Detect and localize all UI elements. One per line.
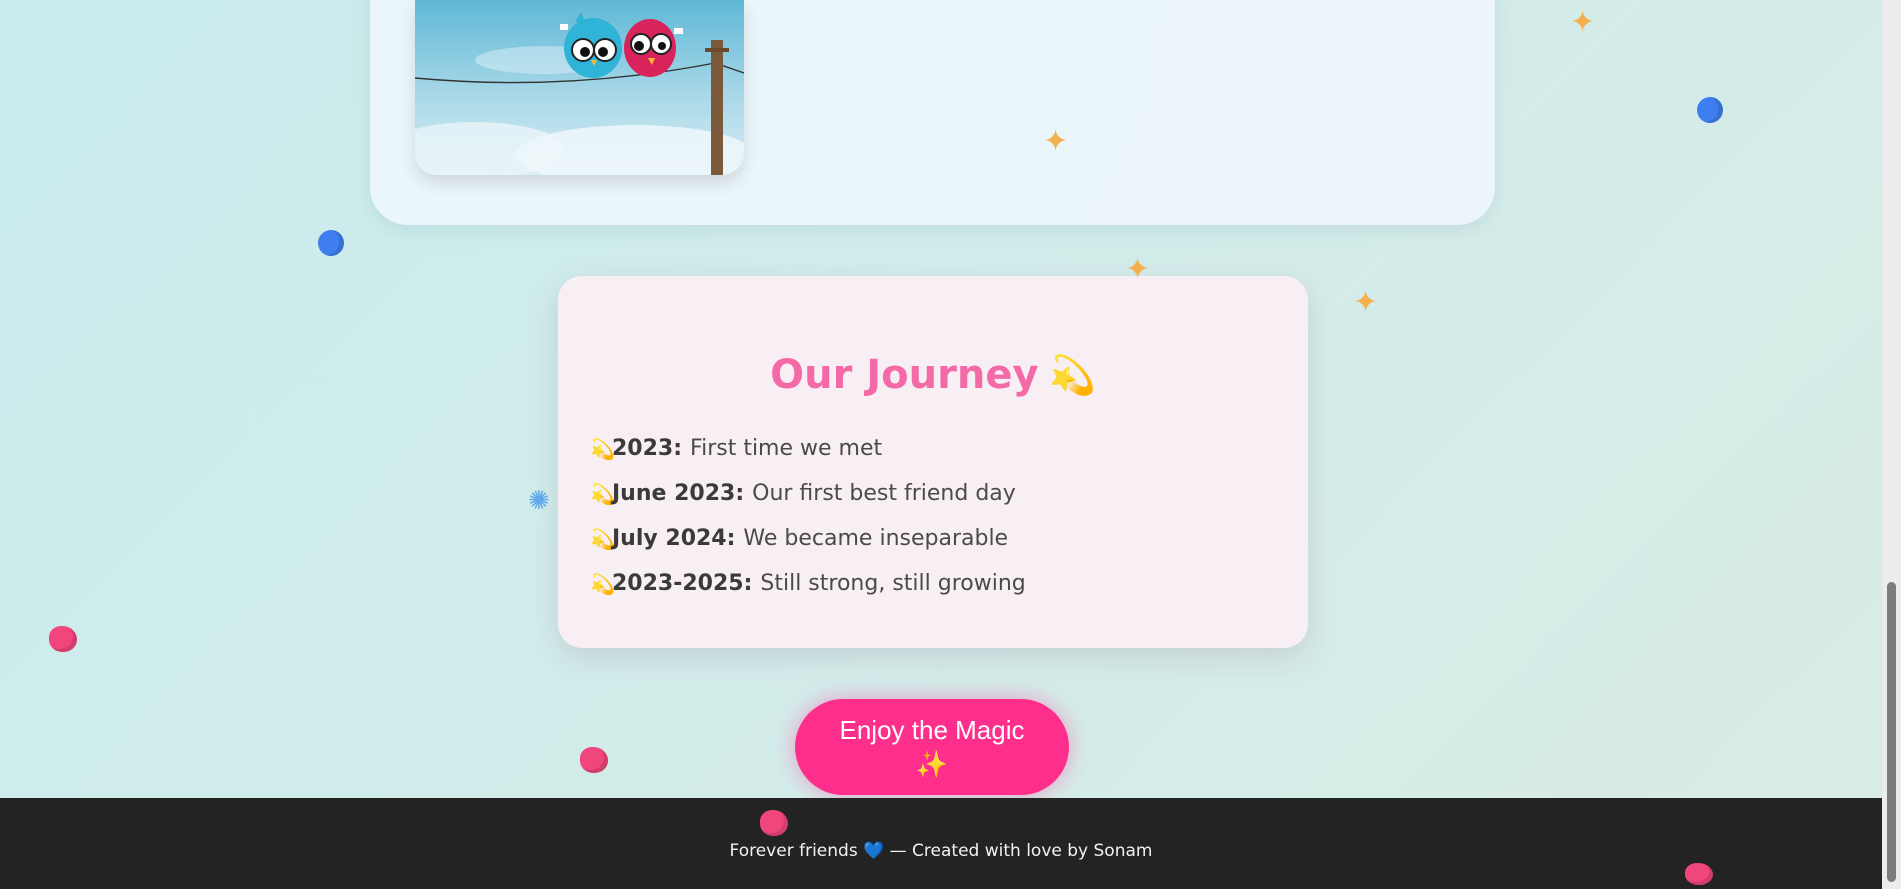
journey-text: We became inseparable (743, 526, 1009, 551)
pink-heart-icon (1685, 863, 1713, 885)
journey-date: 2023-2025: (612, 571, 753, 596)
sparkles-icon: ✦ (1353, 285, 1379, 320)
journey-text: Still strong, still growing (760, 571, 1026, 596)
party-popper-icon: ✺ (528, 486, 550, 516)
pink-heart-icon (760, 810, 788, 836)
blue-heart-icon (1692, 92, 1728, 128)
scrollbar-thumb[interactable] (1887, 582, 1896, 882)
journey-card: Our Journey 💫 💫 2023: First time we met 💫… (558, 276, 1308, 648)
button-label: Enjoy the Magic (839, 715, 1025, 745)
list-item: 💫 2023-2025: Still strong, still growing (590, 561, 1026, 606)
pink-heart-icon (49, 626, 77, 652)
journey-text: Our first best friend day (752, 481, 1016, 506)
photo-card (370, 0, 1495, 225)
sparkles-icon: ✨ (915, 749, 949, 779)
journey-list: 💫 2023: First time we met 💫 June 2023: O… (590, 426, 1026, 606)
enjoy-magic-button[interactable]: Enjoy the Magic ✨ (795, 699, 1069, 795)
sparkles-icon: ✦ (1570, 5, 1596, 40)
friends-photo (415, 0, 744, 175)
dizzy-icon: 💫 (590, 571, 615, 596)
list-item: 💫 July 2024: We became inseparable (590, 516, 1026, 561)
footer-text-start: Forever friends (729, 841, 858, 861)
journey-text: First time we met (690, 436, 883, 461)
page-content: Our Journey 💫 💫 2023: First time we met 💫… (0, 0, 1882, 798)
footer-credit: — Created with love by Sonam (889, 841, 1153, 861)
birds-on-wire-illustration (415, 0, 744, 175)
blue-heart-icon (313, 225, 349, 261)
journey-title: Our Journey 💫 (770, 352, 1096, 398)
dizzy-icon: 💫 (590, 436, 615, 461)
dizzy-icon: 💫 (590, 481, 615, 506)
list-item: 💫 June 2023: Our first best friend day (590, 471, 1026, 516)
scrollbar[interactable] (1882, 0, 1901, 889)
journey-date: June 2023: (612, 481, 745, 506)
footer-text: Forever friends 💙 — Created with love by… (0, 841, 1882, 861)
blue-heart-icon: 💙 (863, 841, 885, 861)
sparkles-icon: ✦ (1125, 252, 1151, 287)
journey-date: 2023: (612, 436, 683, 461)
footer: Forever friends 💙 — Created with love by… (0, 798, 1882, 889)
journey-date: July 2024: (612, 526, 736, 551)
list-item: 💫 2023: First time we met (590, 426, 1026, 471)
dizzy-icon: 💫 (590, 526, 615, 551)
sparkles-icon: ✦ (1043, 124, 1069, 159)
pink-heart-icon (580, 747, 608, 773)
dizzy-icon: 💫 (1048, 353, 1096, 397)
